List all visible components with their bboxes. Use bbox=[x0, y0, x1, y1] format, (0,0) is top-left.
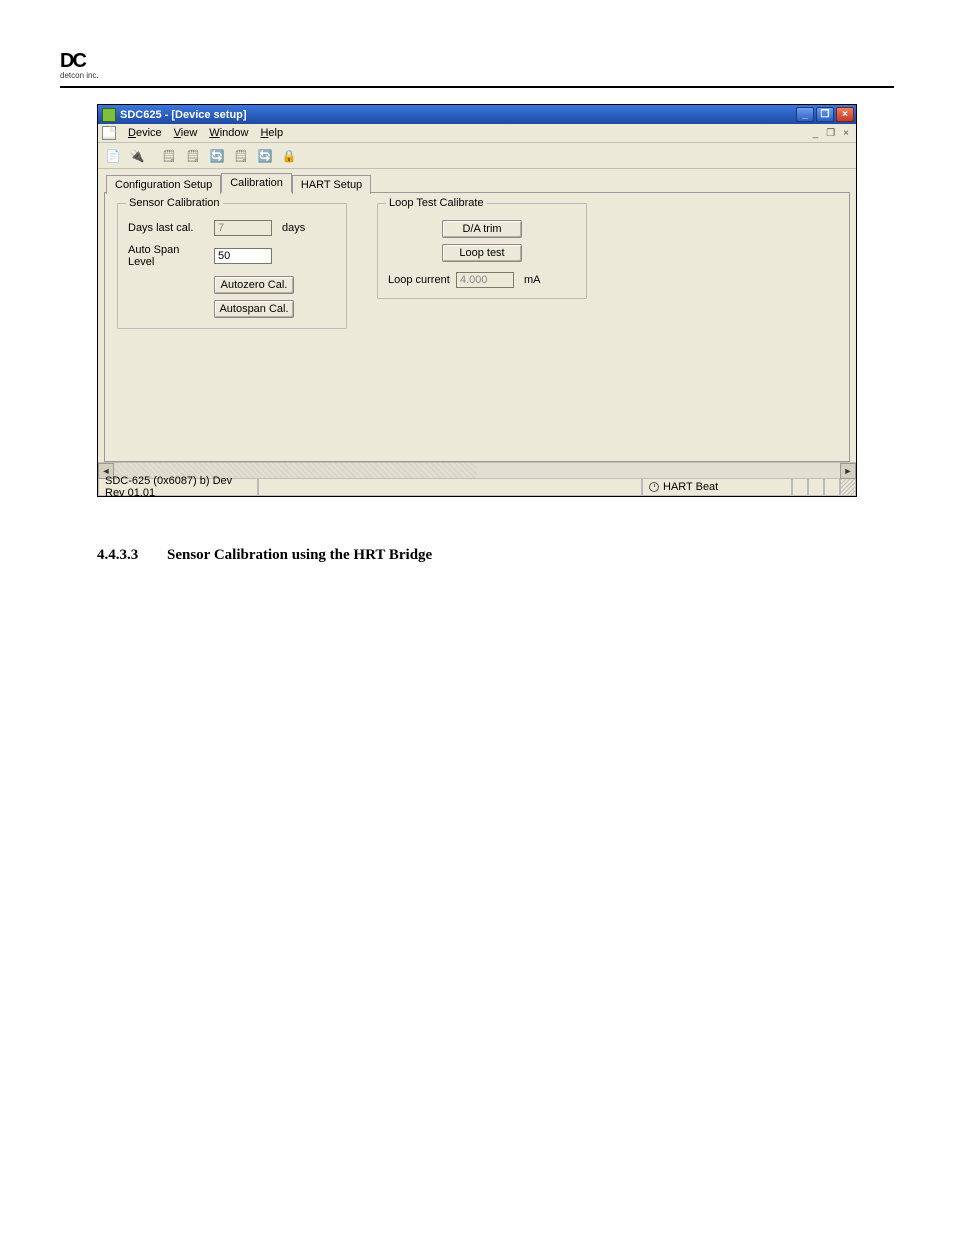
close-button[interactable]: × bbox=[836, 107, 854, 122]
mdi-restore[interactable]: ❐ bbox=[823, 128, 838, 139]
group-loop-test-calibrate: Loop Test Calibrate D/A trim Loop test L… bbox=[377, 203, 587, 299]
statusbar-hart-beat: HART Beat bbox=[642, 479, 792, 496]
logo-glyph: DC bbox=[60, 50, 85, 73]
menu-device[interactable]: Device bbox=[122, 125, 168, 141]
tab-calibration[interactable]: Calibration bbox=[221, 173, 292, 193]
mdi-close[interactable]: × bbox=[840, 128, 852, 139]
autozero-cal-button[interactable]: Autozero Cal. bbox=[214, 276, 294, 294]
loop-current-input bbox=[456, 272, 514, 288]
titlebar: SDC625 - [Device setup] _ ❐ × bbox=[98, 105, 856, 124]
section-heading: 4.4.3.3 Sensor Calibration using the HRT… bbox=[97, 547, 857, 564]
tab-configuration-setup[interactable]: Configuration Setup bbox=[106, 175, 221, 194]
mdi-minimize[interactable]: _ bbox=[810, 128, 822, 139]
window-title: SDC625 - [Device setup] bbox=[120, 109, 247, 121]
section-title: Sensor Calibration using the HRT Bridge bbox=[167, 547, 432, 564]
scroll-track-right[interactable] bbox=[477, 463, 840, 478]
da-trim-button[interactable]: D/A trim bbox=[442, 220, 522, 238]
group-loop-legend: Loop Test Calibrate bbox=[386, 197, 487, 209]
group-sensor-legend: Sensor Calibration bbox=[126, 197, 223, 209]
tab-strip: Configuration Setup Calibration HART Set… bbox=[104, 173, 850, 193]
statusbar-pane-3 bbox=[824, 479, 840, 496]
days-last-cal-label: Days last cal. bbox=[128, 222, 208, 234]
new-document-icon[interactable]: 📄 bbox=[102, 145, 124, 167]
group-sensor-calibration: Sensor Calibration Days last cal. days A… bbox=[117, 203, 347, 329]
brand-logo: DC detcon inc. bbox=[60, 50, 99, 80]
toolbar-icon-3[interactable]: 🗒 bbox=[158, 145, 180, 167]
loop-current-label: Loop current bbox=[388, 274, 450, 286]
page-top-rule bbox=[60, 86, 894, 88]
hart-beat-label: HART Beat bbox=[663, 481, 718, 493]
statusbar-spacer bbox=[258, 479, 642, 496]
clock-icon bbox=[649, 482, 659, 492]
statusbar-pane-2 bbox=[808, 479, 824, 496]
loop-current-unit: mA bbox=[524, 274, 541, 286]
toolbar-icon-5[interactable]: 🔄 bbox=[206, 145, 228, 167]
logo-subtext: detcon inc. bbox=[60, 71, 99, 80]
document-icon bbox=[102, 126, 116, 140]
statusbar-pane-1 bbox=[792, 479, 808, 496]
autospan-cal-button[interactable]: Autospan Cal. bbox=[214, 300, 294, 318]
scroll-right-arrow-icon[interactable]: ► bbox=[840, 463, 856, 479]
app-icon bbox=[102, 108, 116, 122]
menu-help[interactable]: Help bbox=[254, 125, 289, 141]
client-area: Configuration Setup Calibration HART Set… bbox=[98, 169, 856, 462]
days-unit-label: days bbox=[282, 222, 305, 234]
menu-window[interactable]: Window bbox=[203, 125, 254, 141]
auto-span-level-label: Auto Span Level bbox=[128, 244, 208, 268]
toolbar-icon-6[interactable]: 🗒 bbox=[230, 145, 252, 167]
auto-span-level-input[interactable] bbox=[214, 248, 272, 264]
resize-grip-icon[interactable] bbox=[840, 479, 856, 496]
toolbar-icon-7[interactable]: 🔄 bbox=[254, 145, 276, 167]
statusbar: SDC-625 (0x6087) b) Dev Rev 01.01 HART B… bbox=[98, 478, 856, 496]
menubar: Device View Window Help _ ❐ × bbox=[98, 124, 856, 143]
section-number: 4.4.3.3 bbox=[97, 547, 167, 564]
device-connect-icon[interactable]: 🔌 bbox=[126, 145, 148, 167]
toolbar-icon-8[interactable]: 🔒 bbox=[278, 145, 300, 167]
tab-hart-setup[interactable]: HART Setup bbox=[292, 175, 371, 194]
mdi-controls: _ ❐ × bbox=[810, 128, 852, 139]
toolbar: 📄 🔌 🗒 🗒 🔄 🗒 🔄 🔒 bbox=[98, 143, 856, 169]
app-window: SDC625 - [Device setup] _ ❐ × Device Vie… bbox=[97, 104, 857, 497]
statusbar-device-info: SDC-625 (0x6087) b) Dev Rev 01.01 bbox=[98, 479, 258, 496]
days-last-cal-input bbox=[214, 220, 272, 236]
toolbar-icon-4[interactable]: 🗒 bbox=[182, 145, 204, 167]
menu-view[interactable]: View bbox=[168, 125, 204, 141]
tab-panel-calibration: Sensor Calibration Days last cal. days A… bbox=[104, 192, 850, 462]
maximize-button[interactable]: ❐ bbox=[816, 107, 834, 122]
minimize-button[interactable]: _ bbox=[796, 107, 814, 122]
loop-test-button[interactable]: Loop test bbox=[442, 244, 522, 262]
